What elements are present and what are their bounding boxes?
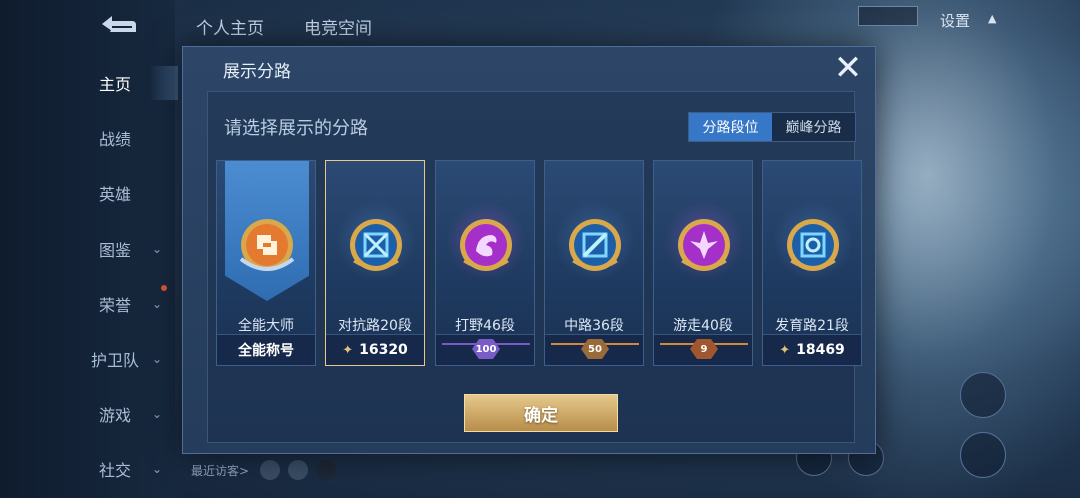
card-name: 打野46段 xyxy=(455,318,515,334)
visitor-avatar[interactable] xyxy=(260,460,280,480)
card-name: 游走40段 xyxy=(673,318,733,334)
settings-button[interactable]: 设置 xyxy=(940,10,970,31)
lane-card-roam[interactable]: 游走40段 9 xyxy=(653,160,753,366)
figure-button[interactable] xyxy=(960,372,1006,418)
lane-card-jungle[interactable]: 打野46段 100 xyxy=(435,160,535,366)
sidebar-item-label: 主页 xyxy=(98,75,131,94)
sidebar-item-label: 图鉴 xyxy=(98,241,131,260)
sidebar-item-home[interactable]: 主页 xyxy=(78,68,168,98)
card-rank-chip: 9 xyxy=(654,334,752,365)
lane-card-mid[interactable]: 中路36段 50 xyxy=(544,160,644,366)
chevron-down-icon: ⌄ xyxy=(152,462,163,476)
tab-esports-space[interactable]: 电竞空间 xyxy=(304,14,372,39)
visitor-avatar[interactable] xyxy=(316,460,336,480)
clash-lane-icon xyxy=(350,219,402,271)
sidebar-item-label: 护卫队 xyxy=(90,351,139,370)
back-arrow-icon[interactable] xyxy=(96,12,140,36)
sidebar-item-game[interactable]: 游戏 ⌄ xyxy=(78,399,168,429)
points-value: 16320 xyxy=(359,342,408,358)
dialog-subtitle: 请选择展示的分路 xyxy=(224,118,368,139)
farm-lane-icon xyxy=(787,219,839,271)
mid-lane-icon xyxy=(569,219,621,271)
card-name: 全能大师 xyxy=(238,318,294,334)
dialog-content: 请选择展示的分路 分路段位 巅峰分路 全能大师 全能称号 对抗路20段 ✦ 16… xyxy=(207,91,862,443)
confirm-button[interactable]: 确定 xyxy=(464,394,618,432)
roam-icon xyxy=(678,219,730,271)
rank-chip: 9 xyxy=(660,339,748,359)
lane-mode-toggle: 分路段位 巅峰分路 xyxy=(688,112,856,142)
chevron-down-icon: ⌄ xyxy=(152,297,163,311)
chevron-down-icon: ⌄ xyxy=(152,242,163,256)
all-round-icon xyxy=(239,219,295,271)
card-name: 中路36段 xyxy=(564,318,624,334)
card-rank-chip: 100 xyxy=(436,334,534,365)
card-rank-chip: 50 xyxy=(545,334,643,365)
chevron-down-icon: ⌄ xyxy=(152,407,163,421)
sidebar-item-label: 战绩 xyxy=(98,130,131,149)
chevron-up-icon: ▲ xyxy=(988,12,997,25)
small-tag xyxy=(858,6,918,26)
card-points: ✦ 16320 xyxy=(326,334,424,365)
card-title-label: 全能称号 xyxy=(217,334,315,365)
sidebar-item-label: 荣誉 xyxy=(98,296,131,315)
sidebar-item-guard-team[interactable]: 护卫队 ⌄ xyxy=(78,344,168,374)
card-name: 发育路21段 xyxy=(775,318,849,334)
points-icon: ✦ xyxy=(779,342,791,358)
close-icon[interactable]: ✕ xyxy=(831,51,865,85)
sidebar-item-label: 社交 xyxy=(98,461,131,480)
toggle-lane-rank[interactable]: 分路段位 xyxy=(689,113,772,141)
card-points: ✦ 18469 xyxy=(763,334,861,365)
recent-visitors-label[interactable]: 最近访客> xyxy=(191,462,249,479)
sidebar-item-label: 英雄 xyxy=(98,185,131,204)
points-value: 18469 xyxy=(796,342,845,358)
jungle-icon xyxy=(460,219,512,271)
sidebar-item-social[interactable]: 社交 ⌄ xyxy=(78,454,168,484)
tab-personal-home[interactable]: 个人主页 xyxy=(196,14,264,39)
chevron-down-icon: ⌄ xyxy=(152,352,163,366)
sidebar-item-stats[interactable]: 战绩 xyxy=(78,123,168,153)
hero-button[interactable] xyxy=(960,432,1006,478)
sidebar-item-honor[interactable]: 荣誉 ⌄ xyxy=(78,289,168,319)
sidebar-item-heroes[interactable]: 英雄 xyxy=(78,178,168,208)
visitor-avatar[interactable] xyxy=(288,460,308,480)
lane-card-all-round[interactable]: 全能大师 全能称号 xyxy=(216,160,316,366)
rank-chip: 50 xyxy=(551,339,639,359)
rank-chip: 100 xyxy=(442,339,530,359)
toggle-peak-lane[interactable]: 巅峰分路 xyxy=(772,113,855,141)
sidebar-item-codex[interactable]: 图鉴 ⌄ xyxy=(78,234,168,264)
lane-card-farm[interactable]: 发育路21段 ✦ 18469 xyxy=(762,160,862,366)
card-name: 对抗路20段 xyxy=(338,318,412,334)
points-icon: ✦ xyxy=(342,342,354,358)
lane-card-clash[interactable]: 对抗路20段 ✦ 16320 xyxy=(325,160,425,366)
sidebar-item-label: 游戏 xyxy=(98,406,131,425)
dialog-title: 展示分路 xyxy=(223,62,291,82)
show-lane-dialog: 展示分路 ✕ 请选择展示的分路 分路段位 巅峰分路 全能大师 全能称号 对抗路2… xyxy=(182,46,876,454)
sidebar: 主页 战绩 英雄 图鉴 ⌄ 荣誉 ⌄ 护卫队 ⌄ 游戏 ⌄ 社交 ⌄ xyxy=(0,0,178,498)
notification-dot xyxy=(161,285,167,291)
